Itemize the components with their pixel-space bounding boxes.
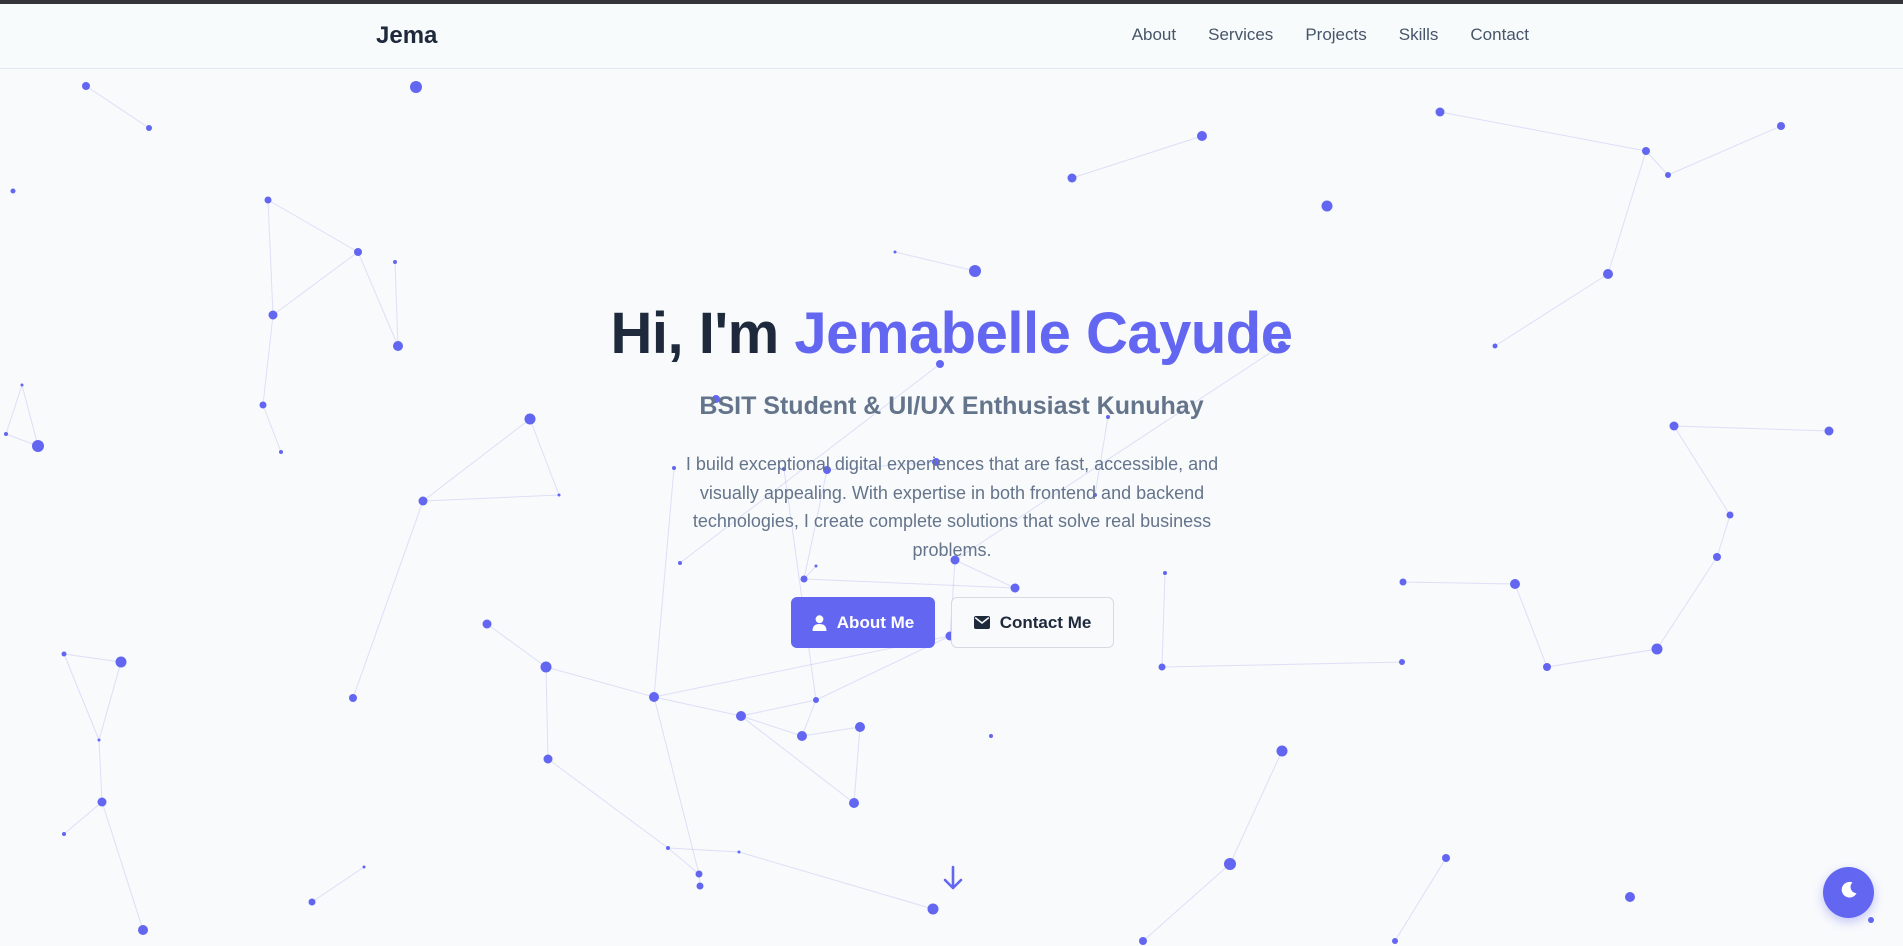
nav-links: About Services Projects Skills Contact (1132, 25, 1529, 45)
nav-link-contact[interactable]: Contact (1470, 25, 1529, 45)
nav-link-skills[interactable]: Skills (1399, 25, 1439, 45)
user-icon (812, 614, 827, 631)
arrow-down-icon[interactable] (942, 865, 964, 891)
nav-link-projects[interactable]: Projects (1305, 25, 1366, 45)
envelope-icon (973, 616, 990, 629)
moon-icon (1840, 881, 1858, 904)
site-logo[interactable]: Jema (376, 22, 437, 50)
contact-me-button[interactable]: Contact Me (951, 597, 1114, 648)
nav-link-about[interactable]: About (1132, 25, 1176, 45)
contact-me-button-label: Contact Me (999, 612, 1092, 632)
about-me-button-label: About Me (836, 612, 915, 632)
navbar: Jema About Services Projects Skills Cont… (0, 4, 1903, 69)
theme-toggle-button[interactable] (1823, 867, 1874, 918)
hero-title: Hi, I'm Jemabelle Cayude (0, 300, 1903, 367)
nav-link-services[interactable]: Services (1208, 25, 1273, 45)
hero-section: Hi, I'm Jemabelle Cayude BSIT Student & … (0, 0, 1903, 946)
about-me-button[interactable]: About Me (791, 597, 935, 648)
hero-description: I build exceptional digital experiences … (685, 454, 1219, 560)
hero-greeting: Hi, I'm (610, 301, 795, 366)
hero-name: Jemabelle Cayude (794, 301, 1293, 366)
hero-subtitle: BSIT Student & UI/UX Enthusiast Kunuhay (699, 392, 1204, 420)
